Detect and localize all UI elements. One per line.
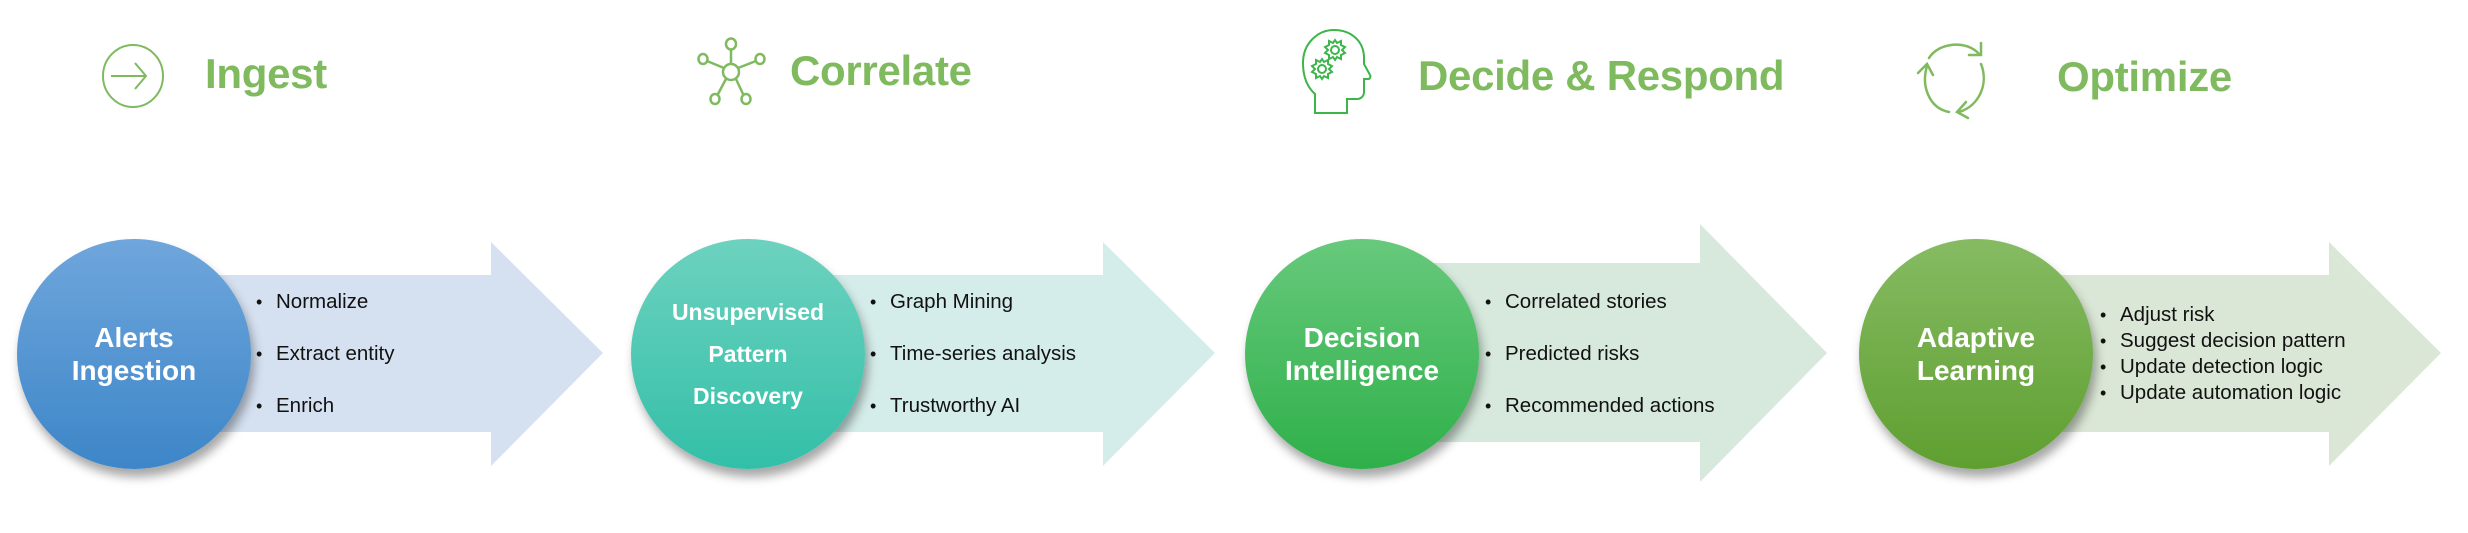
bullet-list-decide: Correlated stories Predicted risks Recom…	[1485, 276, 1715, 432]
bullet-item: Update automation logic	[2100, 380, 2346, 406]
bullet-item: Time-series analysis	[870, 328, 1076, 380]
bullet-item: Correlated stories	[1485, 276, 1715, 328]
bullet-item: Predicted risks	[1485, 328, 1715, 380]
stage-circle-pattern-discovery: Unsupervised Pattern Discovery	[631, 239, 865, 469]
bullet-item: Extract entity	[256, 328, 395, 380]
bullet-item: Suggest decision pattern	[2100, 328, 2346, 354]
stage-circle-alerts-ingestion: Alerts Ingestion	[17, 239, 251, 469]
bullet-item: Adjust risk	[2100, 302, 2346, 328]
bullet-item: Update detection logic	[2100, 354, 2346, 380]
cycle-arrows-icon	[1915, 40, 2003, 120]
arrow-in-circle-icon	[101, 44, 165, 108]
bullet-item: Normalize	[256, 276, 395, 328]
stage-title-decide-respond: Decide & Respond	[1418, 52, 1785, 99]
stage-title-ingest: Ingest	[205, 50, 327, 97]
circle-label: Unsupervised Pattern Discovery	[671, 299, 825, 409]
circle-label: Decision Intelligence	[1284, 322, 1440, 386]
bullet-item: Graph Mining	[870, 276, 1076, 328]
stage-circle-adaptive-learning: Adaptive Learning	[1859, 239, 2093, 469]
stage-circle-decision-intelligence: Decision Intelligence	[1245, 239, 1479, 469]
stage-title-optimize: Optimize	[2057, 53, 2232, 100]
stage-title-correlate: Correlate	[790, 47, 972, 94]
circle-label: Alerts Ingestion	[71, 322, 197, 386]
network-nodes-icon	[697, 37, 768, 106]
bullet-list-optimize: Adjust risk Suggest decision pattern Upd…	[2100, 302, 2346, 406]
bullet-item: Recommended actions	[1485, 380, 1715, 432]
bullet-list-ingest: Normalize Extract entity Enrich	[256, 276, 395, 432]
bullet-list-correlate: Graph Mining Time-series analysis Trustw…	[870, 276, 1076, 432]
circle-label: Adaptive Learning	[1916, 322, 2036, 386]
head-gears-icon	[1301, 28, 1372, 116]
bullet-item: Trustworthy AI	[870, 380, 1076, 432]
bullet-item: Enrich	[256, 380, 395, 432]
